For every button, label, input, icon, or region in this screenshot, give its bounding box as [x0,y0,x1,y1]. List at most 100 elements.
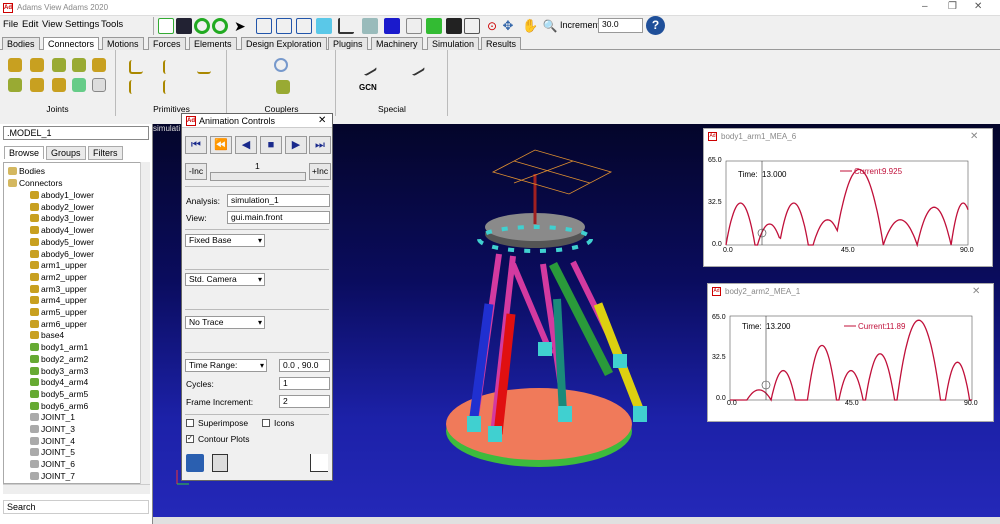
undo-icon[interactable] [194,18,210,34]
tree-item[interactable]: JOINT_6 [30,458,75,470]
minimize-button[interactable]: – [922,1,928,12]
help-icon[interactable]: ? [646,16,665,35]
time-range-input[interactable]: 0.0 , 90.0 [279,359,330,372]
coupler-icon[interactable] [276,80,290,94]
plot-window-2[interactable]: Ad body2_arm2_MEA_1 ✕ Time: 13.200 Curre… [707,283,994,422]
revolute-joint-icon[interactable] [30,58,44,72]
tree-item[interactable]: arm5_upper [30,306,87,318]
tab-results[interactable]: Results [481,37,522,50]
record-icon[interactable] [186,454,204,472]
inplane-primitive-icon[interactable] [163,60,177,74]
plot-icon[interactable] [310,454,328,472]
view-input[interactable]: gui.main.front [227,211,330,224]
tab-bodies[interactable]: Bodies [2,37,40,50]
tree-item[interactable]: body4_arm4 [30,376,88,388]
tree-item[interactable]: abody2_lower [30,201,94,213]
tree-item-connectors[interactable]: Connectors [8,177,62,189]
trace-select[interactable]: No Trace [185,316,265,329]
universal-joint-icon[interactable] [92,78,106,92]
frame-slider[interactable] [210,172,306,181]
tree-item[interactable]: JOINT_7 [30,470,75,482]
dialog-close-button[interactable]: ✕ [318,115,326,126]
menu-view[interactable]: View [42,19,62,30]
increment-input[interactable]: 30.0 [598,18,643,33]
tree-item[interactable]: abody4_lower [30,224,94,236]
plot-close-button[interactable]: ✕ [972,286,980,297]
tab-design-exploration[interactable]: Design Exploration [241,37,327,50]
tree-item[interactable]: abody3_lower [30,212,94,224]
pan-icon[interactable]: ✋ [522,18,538,34]
tree-item[interactable]: body6_arm6 [30,400,88,412]
tree-item[interactable]: base4 [30,329,64,341]
step-back-fast-button[interactable]: ⏪ [210,136,232,154]
view-side-icon[interactable] [296,18,312,34]
tree-item[interactable]: JOINT_3 [30,423,75,435]
menu-tools[interactable]: Tools [101,19,123,30]
perpendicular-primitive-icon[interactable] [163,80,177,94]
spherical-joint-icon[interactable] [92,58,106,72]
tree-item[interactable]: body2_arm2 [30,353,88,365]
model-selector[interactable]: .MODEL_1 [3,126,149,140]
tree-item[interactable]: body1_arm1 [30,341,88,353]
play-button[interactable]: ▶ [285,136,307,154]
screw-joint-icon[interactable] [52,78,66,92]
tab-forces[interactable]: Forces [148,37,186,50]
tree-item[interactable]: arm4_upper [30,294,87,306]
menu-edit[interactable]: Edit [22,19,38,30]
tree-item[interactable]: abody5_lower [30,236,94,248]
calculator-icon[interactable] [212,454,228,472]
inline-primitive-icon[interactable] [129,60,143,74]
rewind-start-button[interactable]: ⏮ [185,136,207,154]
orientation-primitive-icon[interactable] [197,60,211,74]
curve-curve-icon[interactable] [358,57,378,77]
new-icon[interactable] [158,18,174,34]
tree-item[interactable]: arm1_upper [30,259,87,271]
restore-button[interactable]: ❐ [948,1,957,12]
translational-joint-icon[interactable] [52,58,66,72]
camera-select[interactable]: Std. Camera [185,273,265,286]
select-icon[interactable]: ➤ [234,18,250,34]
tab-groups[interactable]: Groups [46,146,86,160]
view-front-icon[interactable] [256,18,272,34]
tree-item[interactable]: JOINT_5 [30,446,75,458]
point-curve-icon[interactable] [406,57,426,77]
gcn-button[interactable]: GCN [359,83,377,92]
tab-browse[interactable]: Browse [4,146,45,159]
tree-item[interactable]: JOINT_1 [30,411,75,423]
constant-velocity-joint-icon[interactable] [30,78,44,92]
tab-plugins[interactable]: Plugins [328,37,368,50]
tab-elements[interactable]: Elements [189,37,237,50]
tree-item[interactable]: abody1_lower [30,189,94,201]
icons-checkbox[interactable] [262,419,270,427]
tree-item[interactable]: body3_arm3 [30,365,88,377]
tree-vertical-scrollbar[interactable] [140,162,150,484]
base-select[interactable]: Fixed Base [185,234,265,247]
cylindrical-joint-icon[interactable] [72,58,86,72]
play-reverse-button[interactable]: ◀ [235,136,257,154]
tree-item[interactable]: JOINT_4 [30,435,75,447]
tree-item[interactable]: arm6_upper [30,318,87,330]
tab-simulation[interactable]: Simulation [427,37,480,50]
gear-icon[interactable] [274,58,288,72]
tree-item[interactable]: arm3_upper [30,283,87,295]
zoom-icon[interactable]: 🔍 [542,18,558,34]
view-top-icon[interactable] [276,18,292,34]
rotate-icon[interactable]: ✥ [500,18,516,34]
tree-item[interactable]: abody6_lower [30,248,94,260]
planar-joint-icon[interactable] [8,78,22,92]
tree-item[interactable]: arm2_upper [30,271,87,283]
tab-connectors[interactable]: Connectors [43,37,100,51]
zoom-box-icon[interactable] [464,18,480,34]
fit-icon[interactable] [426,18,442,34]
color-icon[interactable] [384,18,400,34]
fast-forward-button[interactable]: ⏭ [309,136,331,154]
center-icon[interactable]: ⊙ [484,18,500,34]
window-icon[interactable] [406,18,422,34]
inc-button[interactable]: +Inc [309,163,331,180]
menu-file[interactable]: File [3,19,18,30]
redo-icon[interactable] [212,18,228,34]
tab-filters[interactable]: Filters [88,146,123,160]
plot-close-button[interactable]: ✕ [970,131,978,142]
grid-icon[interactable] [362,18,378,34]
zoom-window-icon[interactable] [446,18,462,34]
